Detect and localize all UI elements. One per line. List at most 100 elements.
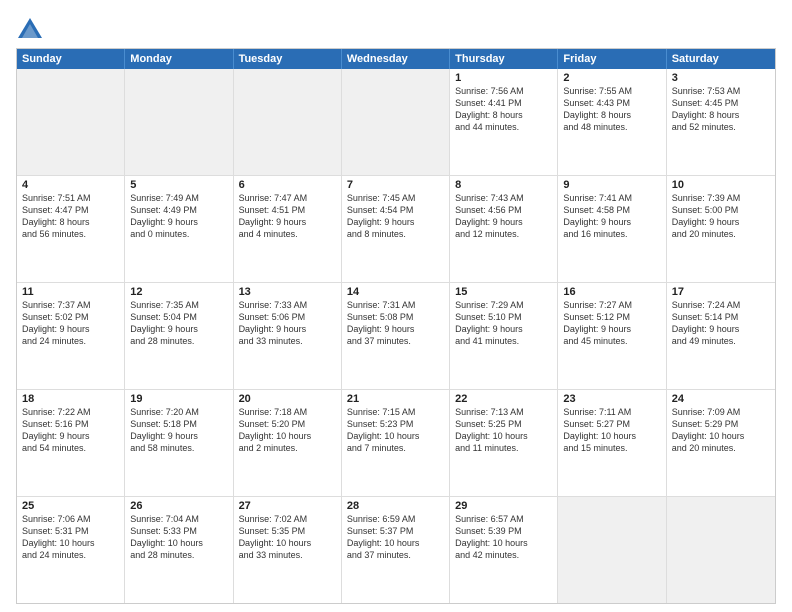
day-number: 19 [130,393,227,405]
day-number: 16 [563,286,660,298]
day-number: 18 [22,393,119,405]
cal-cell-2-2: 13Sunrise: 7:33 AMSunset: 5:06 PMDayligh… [234,283,342,389]
day-info: Sunrise: 7:41 AMSunset: 4:58 PMDaylight:… [563,192,660,241]
cal-cell-1-0: 4Sunrise: 7:51 AMSunset: 4:47 PMDaylight… [17,176,125,282]
day-info: Sunrise: 7:29 AMSunset: 5:10 PMDaylight:… [455,299,552,348]
page: SundayMondayTuesdayWednesdayThursdayFrid… [0,0,792,612]
cal-cell-3-1: 19Sunrise: 7:20 AMSunset: 5:18 PMDayligh… [125,390,233,496]
day-number: 3 [672,72,770,84]
day-number: 22 [455,393,552,405]
cal-cell-4-3: 28Sunrise: 6:59 AMSunset: 5:37 PMDayligh… [342,497,450,603]
day-info: Sunrise: 7:33 AMSunset: 5:06 PMDaylight:… [239,299,336,348]
cal-cell-2-3: 14Sunrise: 7:31 AMSunset: 5:08 PMDayligh… [342,283,450,389]
day-number: 5 [130,179,227,191]
day-info: Sunrise: 7:22 AMSunset: 5:16 PMDaylight:… [22,406,119,455]
day-info: Sunrise: 7:13 AMSunset: 5:25 PMDaylight:… [455,406,552,455]
cal-cell-3-6: 24Sunrise: 7:09 AMSunset: 5:29 PMDayligh… [667,390,775,496]
day-info: Sunrise: 6:59 AMSunset: 5:37 PMDaylight:… [347,513,444,562]
day-info: Sunrise: 7:09 AMSunset: 5:29 PMDaylight:… [672,406,770,455]
cal-cell-1-6: 10Sunrise: 7:39 AMSunset: 5:00 PMDayligh… [667,176,775,282]
day-info: Sunrise: 7:15 AMSunset: 5:23 PMDaylight:… [347,406,444,455]
cal-cell-1-5: 9Sunrise: 7:41 AMSunset: 4:58 PMDaylight… [558,176,666,282]
day-info: Sunrise: 7:37 AMSunset: 5:02 PMDaylight:… [22,299,119,348]
day-info: Sunrise: 7:35 AMSunset: 5:04 PMDaylight:… [130,299,227,348]
day-number: 8 [455,179,552,191]
header-day-wednesday: Wednesday [342,49,450,69]
cal-cell-4-6 [667,497,775,603]
header [16,12,776,44]
cal-cell-1-1: 5Sunrise: 7:49 AMSunset: 4:49 PMDaylight… [125,176,233,282]
day-number: 29 [455,500,552,512]
day-number: 14 [347,286,444,298]
day-info: Sunrise: 7:02 AMSunset: 5:35 PMDaylight:… [239,513,336,562]
day-number: 2 [563,72,660,84]
cal-cell-4-2: 27Sunrise: 7:02 AMSunset: 5:35 PMDayligh… [234,497,342,603]
day-number: 4 [22,179,119,191]
day-info: Sunrise: 7:06 AMSunset: 5:31 PMDaylight:… [22,513,119,562]
cal-cell-0-2 [234,69,342,175]
day-info: Sunrise: 7:39 AMSunset: 5:00 PMDaylight:… [672,192,770,241]
day-number: 10 [672,179,770,191]
calendar-row-4: 25Sunrise: 7:06 AMSunset: 5:31 PMDayligh… [17,497,775,603]
calendar-row-1: 4Sunrise: 7:51 AMSunset: 4:47 PMDaylight… [17,176,775,283]
header-day-thursday: Thursday [450,49,558,69]
logo [16,16,46,44]
day-info: Sunrise: 7:47 AMSunset: 4:51 PMDaylight:… [239,192,336,241]
cal-cell-2-4: 15Sunrise: 7:29 AMSunset: 5:10 PMDayligh… [450,283,558,389]
cal-cell-4-5 [558,497,666,603]
day-info: Sunrise: 7:49 AMSunset: 4:49 PMDaylight:… [130,192,227,241]
cal-cell-4-0: 25Sunrise: 7:06 AMSunset: 5:31 PMDayligh… [17,497,125,603]
cal-cell-3-0: 18Sunrise: 7:22 AMSunset: 5:16 PMDayligh… [17,390,125,496]
cal-cell-4-4: 29Sunrise: 6:57 AMSunset: 5:39 PMDayligh… [450,497,558,603]
day-number: 9 [563,179,660,191]
cal-cell-2-6: 17Sunrise: 7:24 AMSunset: 5:14 PMDayligh… [667,283,775,389]
cal-cell-4-1: 26Sunrise: 7:04 AMSunset: 5:33 PMDayligh… [125,497,233,603]
day-info: Sunrise: 7:55 AMSunset: 4:43 PMDaylight:… [563,85,660,134]
day-info: Sunrise: 7:43 AMSunset: 4:56 PMDaylight:… [455,192,552,241]
day-number: 26 [130,500,227,512]
day-info: Sunrise: 7:20 AMSunset: 5:18 PMDaylight:… [130,406,227,455]
day-info: Sunrise: 7:45 AMSunset: 4:54 PMDaylight:… [347,192,444,241]
cal-cell-0-3 [342,69,450,175]
cal-cell-0-5: 2Sunrise: 7:55 AMSunset: 4:43 PMDaylight… [558,69,666,175]
cal-cell-0-0 [17,69,125,175]
day-info: Sunrise: 7:24 AMSunset: 5:14 PMDaylight:… [672,299,770,348]
day-info: Sunrise: 7:18 AMSunset: 5:20 PMDaylight:… [239,406,336,455]
cal-cell-0-6: 3Sunrise: 7:53 AMSunset: 4:45 PMDaylight… [667,69,775,175]
day-number: 15 [455,286,552,298]
day-number: 12 [130,286,227,298]
day-number: 6 [239,179,336,191]
logo-icon [16,16,44,44]
day-number: 24 [672,393,770,405]
day-number: 13 [239,286,336,298]
calendar-header: SundayMondayTuesdayWednesdayThursdayFrid… [17,49,775,69]
cal-cell-1-4: 8Sunrise: 7:43 AMSunset: 4:56 PMDaylight… [450,176,558,282]
header-day-sunday: Sunday [17,49,125,69]
cal-cell-2-0: 11Sunrise: 7:37 AMSunset: 5:02 PMDayligh… [17,283,125,389]
cal-cell-3-3: 21Sunrise: 7:15 AMSunset: 5:23 PMDayligh… [342,390,450,496]
cal-cell-0-1 [125,69,233,175]
day-number: 7 [347,179,444,191]
cal-cell-3-4: 22Sunrise: 7:13 AMSunset: 5:25 PMDayligh… [450,390,558,496]
header-day-saturday: Saturday [667,49,775,69]
day-number: 28 [347,500,444,512]
day-info: Sunrise: 6:57 AMSunset: 5:39 PMDaylight:… [455,513,552,562]
day-number: 21 [347,393,444,405]
cal-cell-2-5: 16Sunrise: 7:27 AMSunset: 5:12 PMDayligh… [558,283,666,389]
day-number: 25 [22,500,119,512]
cal-cell-3-5: 23Sunrise: 7:11 AMSunset: 5:27 PMDayligh… [558,390,666,496]
cal-cell-1-3: 7Sunrise: 7:45 AMSunset: 4:54 PMDaylight… [342,176,450,282]
day-number: 23 [563,393,660,405]
day-info: Sunrise: 7:53 AMSunset: 4:45 PMDaylight:… [672,85,770,134]
day-number: 27 [239,500,336,512]
calendar: SundayMondayTuesdayWednesdayThursdayFrid… [16,48,776,604]
day-number: 11 [22,286,119,298]
cal-cell-1-2: 6Sunrise: 7:47 AMSunset: 4:51 PMDaylight… [234,176,342,282]
day-info: Sunrise: 7:27 AMSunset: 5:12 PMDaylight:… [563,299,660,348]
day-info: Sunrise: 7:04 AMSunset: 5:33 PMDaylight:… [130,513,227,562]
day-info: Sunrise: 7:51 AMSunset: 4:47 PMDaylight:… [22,192,119,241]
day-number: 20 [239,393,336,405]
calendar-row-2: 11Sunrise: 7:37 AMSunset: 5:02 PMDayligh… [17,283,775,390]
header-day-monday: Monday [125,49,233,69]
day-info: Sunrise: 7:56 AMSunset: 4:41 PMDaylight:… [455,85,552,134]
